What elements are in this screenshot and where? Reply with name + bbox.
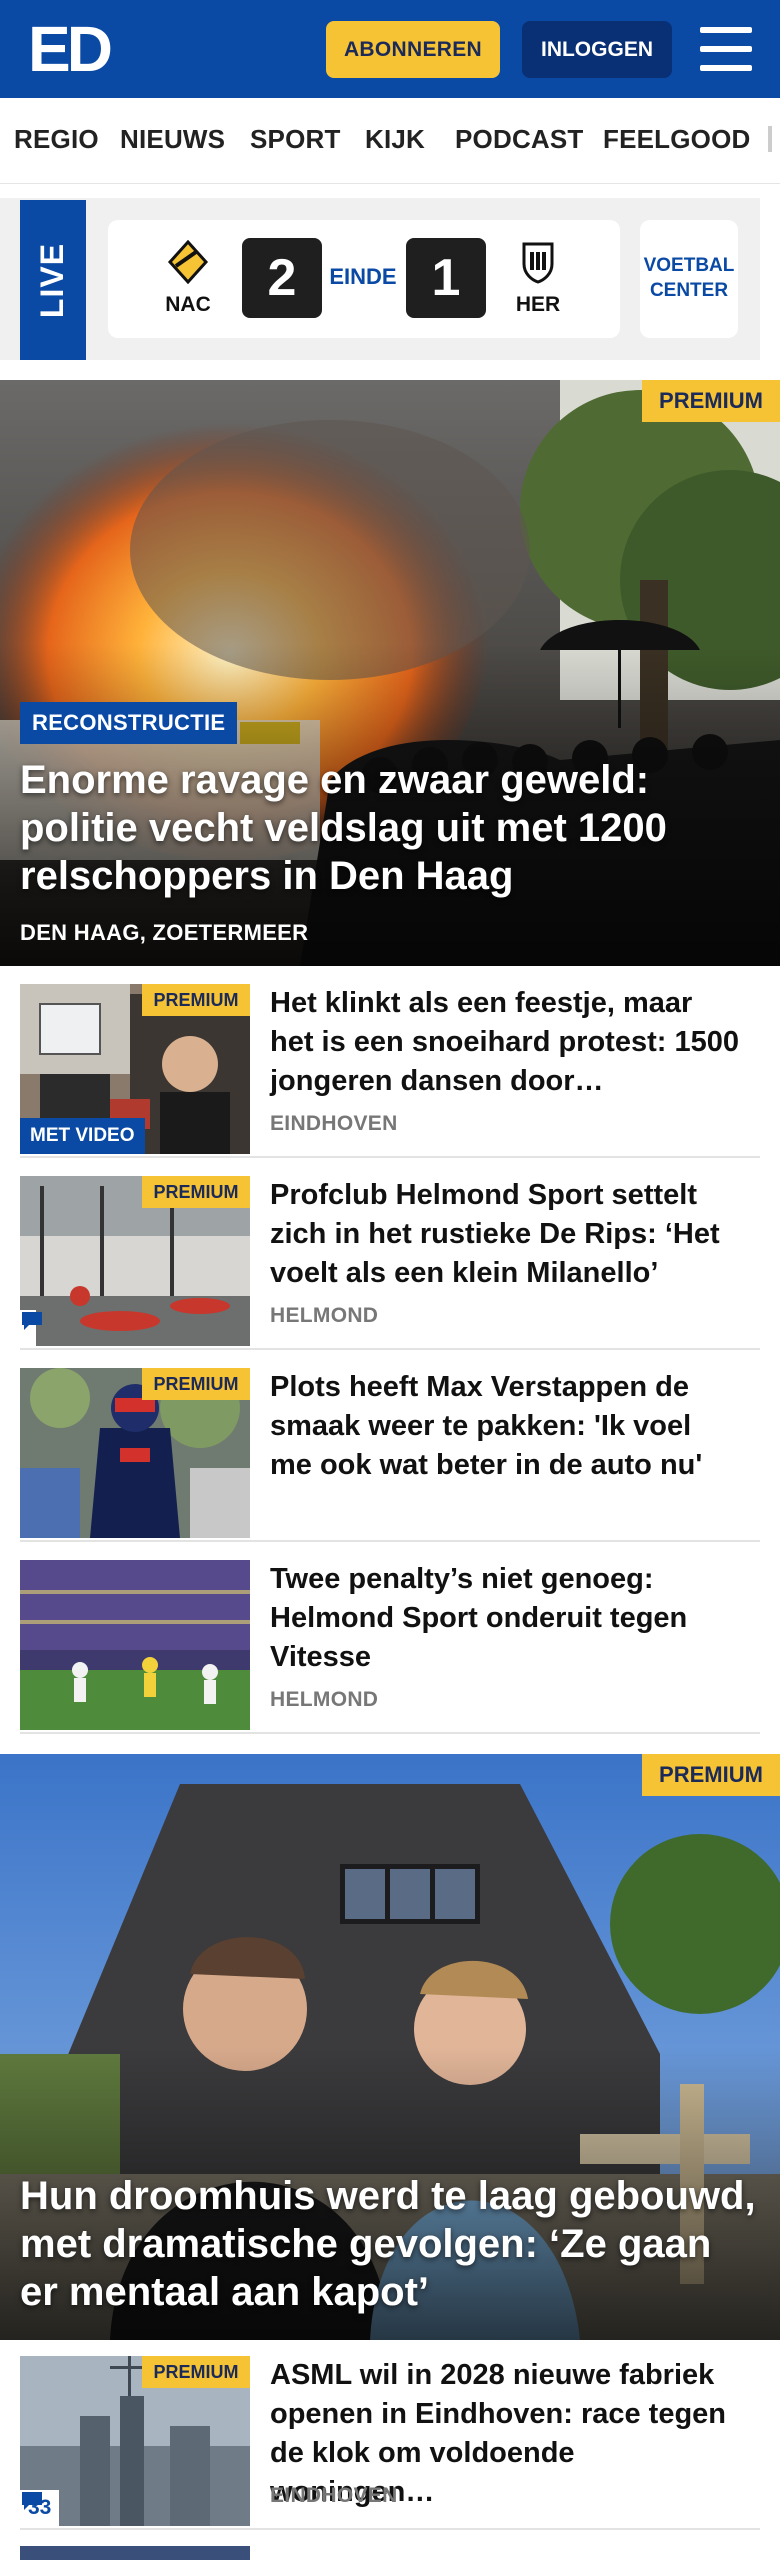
article-location: HELMOND xyxy=(270,1304,379,1327)
hero-article-1[interactable]: PREMIUM RECONSTRUCTIE Enorme ravage en z… xyxy=(0,380,780,966)
premium-badge: PREMIUM xyxy=(142,2356,250,2388)
comment-badge[interactable]: 33 xyxy=(20,2490,60,2526)
article-title[interactable]: Het klinkt als een feestje, maar het is … xyxy=(270,984,740,1101)
nav-item-nieuws[interactable]: NIEUWS xyxy=(120,124,225,155)
article-thumbnail xyxy=(20,1560,250,1730)
menu-icon-line xyxy=(700,27,752,33)
subscribe-button[interactable]: ABONNEREN xyxy=(326,21,500,78)
article-location: EINDHOVEN xyxy=(270,1112,398,1135)
away-team: HER xyxy=(508,240,568,317)
article-thumbnail: PREMIUM 33 xyxy=(20,2356,250,2526)
nav-item-podcast[interactable]: PODCAST xyxy=(455,124,584,155)
home-score: 2 xyxy=(242,238,322,318)
article-location: HELMOND xyxy=(270,1688,379,1711)
list-item[interactable]: PREMIUM 33 ASML wil in 2028 nieuwe fabri… xyxy=(20,2340,760,2530)
match-status: EINDE xyxy=(329,264,397,289)
article-thumbnail: PREMIUM MET VIDEO xyxy=(20,984,250,1154)
premium-badge: PREMIUM xyxy=(142,1176,250,1208)
nav-item-kijk[interactable]: KIJK xyxy=(365,124,425,155)
hero-title[interactable]: Hun droomhuis werd te laag gebouwd, met … xyxy=(20,2172,760,2316)
live-tag: LIVE xyxy=(20,200,86,360)
article-thumbnail: PREMIUM xyxy=(20,1368,250,1538)
list-item[interactable]: PREMIUM Profclub Helmond Sport settelt z… xyxy=(20,1160,760,1350)
article-kicker: RECONSTRUCTIE xyxy=(20,702,238,744)
premium-badge: PREMIUM xyxy=(142,984,250,1016)
premium-badge: PREMIUM xyxy=(642,1754,780,1796)
article-title[interactable]: Twee penalty’s niet genoeg: Helmond Spor… xyxy=(270,1560,740,1677)
article-location: EINDHOVEN xyxy=(270,2484,398,2507)
list-item[interactable]: PREMIUM Plots heeft Max Verstappen de sm… xyxy=(20,1352,760,1542)
comment-icon xyxy=(22,2492,42,2510)
heracles-crest-icon xyxy=(522,242,554,284)
live-label: LIVE xyxy=(34,242,71,318)
voetbal-center-link[interactable]: VOETBAL CENTER xyxy=(640,220,738,338)
hero-location: DEN HAAG, ZOETERMEER xyxy=(20,920,309,945)
nav-overflow-hint xyxy=(768,126,772,152)
menu-icon[interactable] xyxy=(700,27,752,71)
menu-icon-line xyxy=(700,65,752,71)
menu-icon-line xyxy=(700,46,752,52)
list-item[interactable]: Twee penalty’s niet genoeg: Helmond Spor… xyxy=(20,1544,760,1734)
login-button[interactable]: INLOGGEN xyxy=(522,21,672,78)
next-article-thumbnail xyxy=(20,2546,250,2560)
logo-text: ED xyxy=(28,13,113,85)
top-bar: ED ABONNEREN INLOGGEN xyxy=(0,0,780,98)
away-team-name: HER xyxy=(515,293,561,316)
premium-badge: PREMIUM xyxy=(142,1368,250,1400)
nav-item-regio[interactable]: REGIO xyxy=(14,124,99,155)
nav-item-feelgood[interactable]: FEELGOOD xyxy=(603,124,751,155)
nav-item-sport[interactable]: SPORT xyxy=(250,124,341,155)
hero-article-2[interactable]: PREMIUM Hun droomhuis werd te laag gebou… xyxy=(0,1754,780,2340)
voetbal-center-line2: CENTER xyxy=(649,280,729,301)
football-match-image xyxy=(20,1560,250,1730)
voetbal-center-line1: VOETBAL xyxy=(643,255,735,277)
video-badge: MET VIDEO xyxy=(20,1118,145,1154)
article-title[interactable]: Plots heeft Max Verstappen de smaak weer… xyxy=(270,1368,740,1485)
article-title[interactable]: Profclub Helmond Sport settelt zich in h… xyxy=(270,1176,740,1293)
away-score: 1 xyxy=(406,238,486,318)
nac-crest-icon xyxy=(167,239,209,285)
article-thumbnail: PREMIUM xyxy=(20,1176,250,1346)
comment-badge xyxy=(20,1310,42,1346)
hero-title[interactable]: Enorme ravage en zwaar geweld: politie v… xyxy=(20,756,760,900)
comment-icon xyxy=(22,1312,42,1330)
main-navigation: REGIO NIEUWS SPORT KIJK PODCAST FEELGOOD xyxy=(0,98,780,184)
site-logo[interactable]: ED xyxy=(28,13,113,85)
match-card[interactable]: NAC 2 EINDE 1 HER xyxy=(108,220,620,338)
list-item[interactable]: PREMIUM MET VIDEO Het klinkt als een fee… xyxy=(20,968,760,1158)
premium-badge: PREMIUM xyxy=(642,380,780,422)
home-team: NAC xyxy=(158,239,218,317)
home-team-name: NAC xyxy=(165,293,211,316)
